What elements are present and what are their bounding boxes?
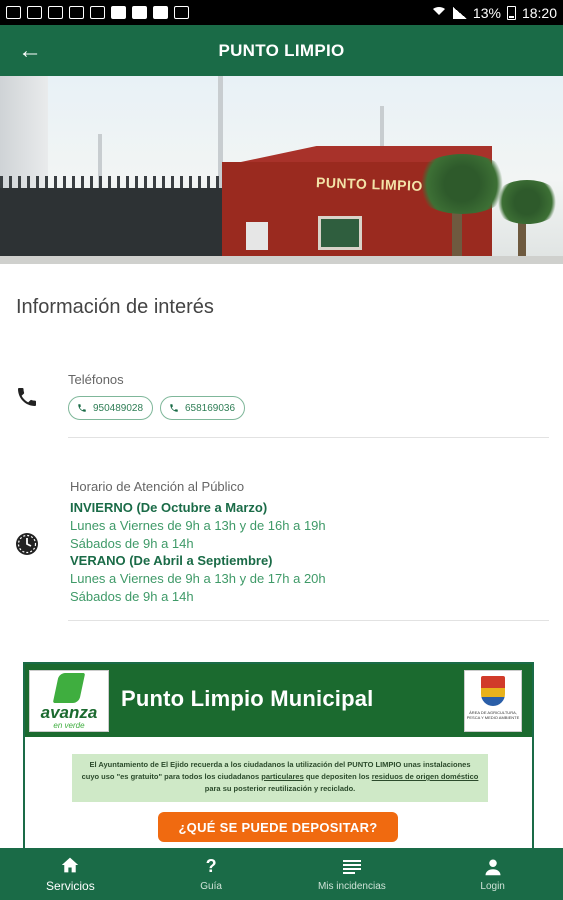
nav-login[interactable]: Login: [422, 848, 563, 900]
divider: [68, 620, 549, 621]
phones-label: Teléfonos: [68, 372, 124, 387]
phone-chip-2[interactable]: 658169036: [160, 396, 246, 420]
poster-message: El Ayuntamiento de El Ejido recuerda a l…: [72, 754, 488, 802]
chrome-icon: [69, 6, 84, 19]
phone-chip-1[interactable]: 950489028: [68, 396, 154, 420]
divider: [68, 437, 549, 438]
phone-small-icon: [77, 403, 87, 413]
building-door: [246, 222, 268, 250]
phone-small-icon: [169, 403, 179, 413]
whatsapp-icon: [6, 6, 21, 19]
section-title: Información de interés: [16, 296, 214, 318]
schedule-summer-title: VERANO (De Abril a Septiembre): [70, 553, 273, 568]
schedule-summer-saturday: Sábados de 9h a 14h: [70, 589, 194, 604]
nav-servicios[interactable]: Servicios: [0, 848, 141, 900]
phone-number: 658169036: [185, 402, 236, 414]
mail-icon: [174, 6, 189, 19]
nav-mis-incidencias[interactable]: Mis incidencias: [282, 848, 423, 900]
building-window: [318, 216, 362, 250]
app-bar: ← PUNTO LIMPIO: [0, 25, 563, 76]
app-icon: [153, 6, 168, 19]
logo-tag: en verde: [53, 720, 85, 730]
battery-percent: 13%: [472, 4, 501, 21]
what-to-deposit-button[interactable]: ¿QUÉ SE PUEDE DEPOSITAR?: [158, 812, 398, 842]
nav-label: Login: [480, 880, 505, 892]
schedule-label: Horario de Atención al Público: [70, 479, 245, 494]
page-title: PUNTO LIMPIO: [218, 40, 345, 60]
hero-image: PUNTO LIMPIO: [0, 76, 563, 264]
list-icon: [342, 857, 361, 877]
nav-guia[interactable]: ? Guía: [141, 848, 282, 900]
signal-icon: [452, 6, 467, 19]
back-button[interactable]: ←: [0, 25, 60, 76]
municipal-crest: ÁREA DE AGRICULTURA, PESCA Y MEDIO AMBIE…: [464, 670, 522, 732]
wifi-icon: [430, 6, 447, 19]
crossed-tools-icon: [48, 6, 63, 19]
ground: [0, 256, 563, 264]
clock-icon: [14, 531, 40, 557]
schedule-winter-title: INVIERNO (De Octubre a Marzo): [70, 500, 268, 515]
help-icon: ?: [205, 856, 217, 876]
palm-leaves: [492, 180, 562, 224]
message-underline: particulares: [261, 772, 304, 781]
schedule-winter-saturday: Sábados de 9h a 14h: [70, 536, 194, 551]
logo-mark: [52, 672, 86, 703]
message-text: que depositen los: [303, 772, 372, 781]
clock: 18:20: [521, 4, 557, 21]
phone-number: 950489028: [93, 402, 144, 414]
arrow-left-icon: ←: [18, 36, 42, 64]
gallery-icon: [27, 6, 42, 19]
notification-icons: [6, 6, 189, 19]
poster-header: avanza en verde Punto Limpio Municipal Á…: [25, 664, 532, 737]
crest-text: ÁREA DE AGRICULTURA, PESCA Y MEDIO AMBIE…: [466, 710, 520, 720]
poster-title: Punto Limpio Municipal: [121, 686, 374, 711]
nav-label: Servicios: [46, 879, 95, 893]
logo-brand: avanza: [40, 702, 98, 722]
avanza-logo: avanza en verde: [29, 670, 109, 732]
info-poster: avanza en verde Punto Limpio Municipal Á…: [23, 662, 534, 852]
message-text: para su posterior reutilización y recicl…: [204, 784, 356, 793]
message-underline: residuos de origen doméstico: [371, 772, 479, 781]
schedule-winter-weekdays: Lunes a Viernes de 9h a 13h y de 16h a 1…: [70, 518, 326, 533]
phone-icon: [14, 384, 40, 410]
crest-icon: [481, 676, 505, 706]
home-icon: [60, 855, 80, 875]
bottom-navigation: Servicios ? Guía Mis incidencias Login: [0, 848, 563, 900]
gate: [0, 188, 225, 264]
person-icon: [484, 857, 502, 877]
warning-icon: [111, 6, 126, 19]
photo-icon: [132, 6, 147, 19]
schedule-summer-weekdays: Lunes a Viernes de 9h a 13h y de 17h a 2…: [70, 571, 326, 586]
nav-label: Mis incidencias: [317, 880, 386, 892]
battery-icon: [506, 5, 516, 20]
drive-icon: [90, 6, 105, 19]
status-bar: 13% 18:20: [0, 0, 563, 25]
nav-label: Guía: [200, 880, 222, 892]
